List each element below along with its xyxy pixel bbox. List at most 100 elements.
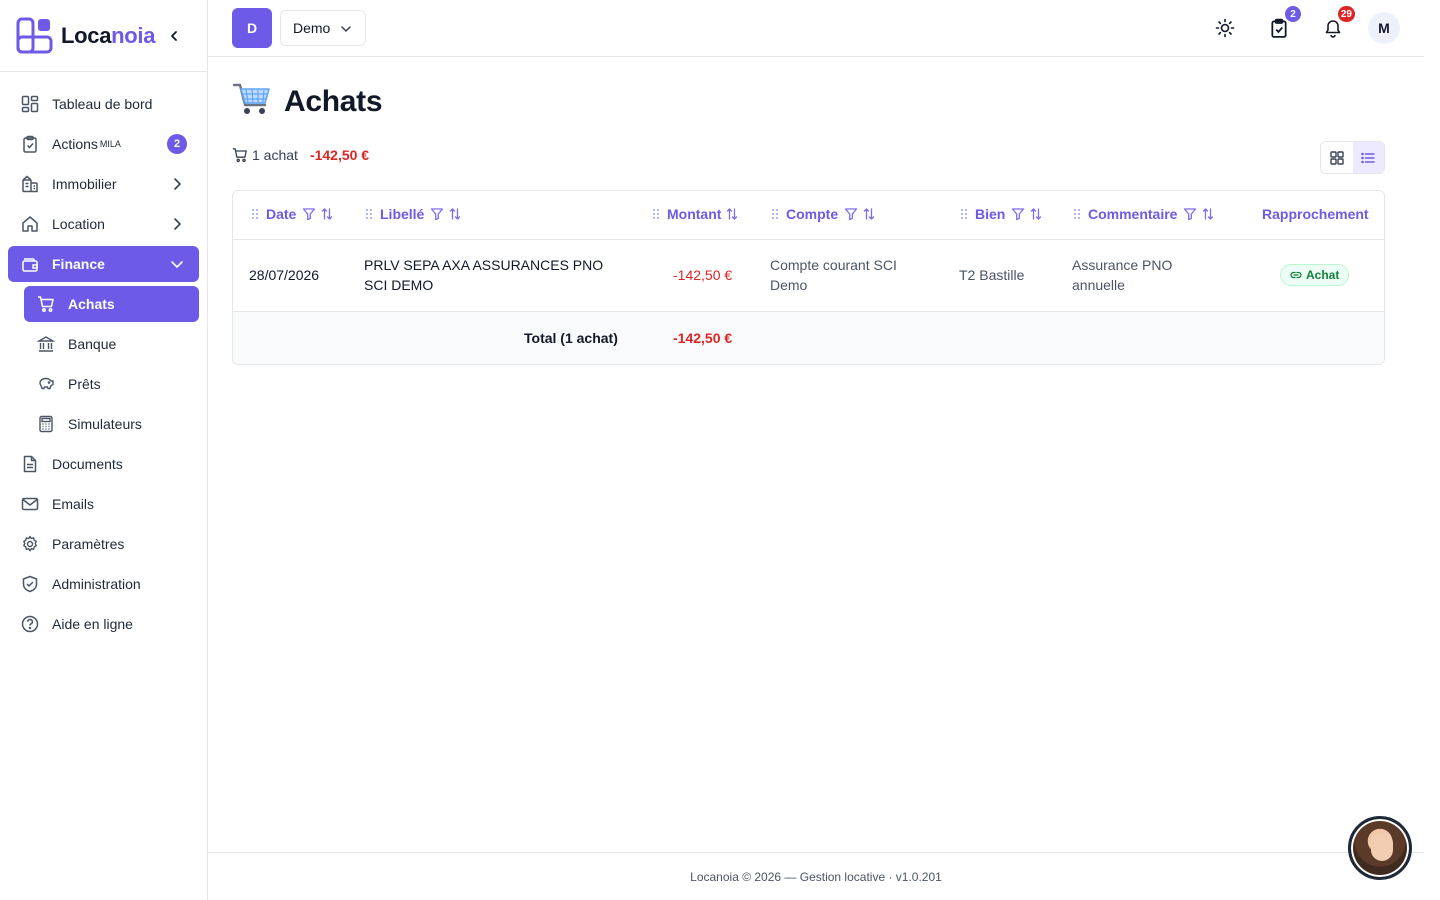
purchases-table: Date Libellé Montant Compte Bien Comment…: [232, 190, 1385, 365]
sidebar-item-emails[interactable]: Emails: [8, 486, 199, 522]
cell-montant: -142,50 €: [673, 267, 733, 283]
sidebar-item-actions[interactable]: Actions MILA 2: [8, 126, 199, 162]
column-header-compte[interactable]: Compte: [770, 206, 876, 222]
filter-icon[interactable]: [1011, 207, 1025, 221]
sort-icon[interactable]: [1029, 207, 1043, 221]
column-header-date[interactable]: Date: [250, 206, 334, 222]
shield-check-icon: [20, 574, 40, 594]
sidebar-item-label: Administration: [52, 576, 141, 592]
grid-icon: [1330, 150, 1344, 165]
building-icon: [20, 174, 40, 194]
column-header-commentaire[interactable]: Commentaire: [1072, 206, 1215, 222]
filter-icon[interactable]: [844, 207, 858, 221]
sidebar-item-label: Immobilier: [52, 176, 117, 192]
cart-icon: [232, 148, 247, 163]
sidebar-item-achats[interactable]: Achats: [24, 286, 199, 322]
list-icon: [1361, 152, 1375, 163]
sidebar-item-banque[interactable]: Banque: [24, 326, 199, 362]
summary-amount: -142,50 €: [309, 147, 370, 163]
grid-view-button[interactable]: [1321, 142, 1353, 173]
chevron-down-icon: [171, 261, 183, 268]
assistant-avatar-button[interactable]: [1348, 816, 1412, 880]
sort-icon[interactable]: [320, 207, 334, 221]
sidebar-item-label: Prêts: [68, 376, 101, 392]
sidebar-item-immobilier[interactable]: Immobilier: [8, 166, 199, 202]
help-circle-icon: [20, 614, 40, 634]
column-header-rapprochement[interactable]: Rapprochement: [1262, 206, 1369, 222]
chevron-left-icon: [171, 31, 177, 41]
view-toggle: [1320, 141, 1385, 174]
table-total-row: Total (1 achat) -142,50 €: [233, 312, 1384, 364]
libelle-line: PRLV SEPA AXA ASSURANCES PNO: [364, 257, 604, 273]
column-label: Bien: [975, 206, 1006, 222]
sidebar-item-label: Actions: [52, 136, 98, 152]
cell-commentaire: Assurance PNO annuelle: [1072, 255, 1172, 295]
rapprochement-badge[interactable]: Achat: [1280, 264, 1350, 286]
piggy-bank-icon: [36, 374, 56, 394]
sidebar-item-tableau-de-bord[interactable]: Tableau de bord: [8, 86, 199, 122]
collapse-sidebar-button[interactable]: [164, 26, 184, 46]
bank-icon: [36, 334, 56, 354]
workspace-select[interactable]: Demo: [280, 10, 366, 46]
column-header-montant[interactable]: Montant: [651, 206, 739, 222]
sidebar-item-documents[interactable]: Documents: [8, 446, 199, 482]
user-avatar[interactable]: M: [1368, 12, 1400, 44]
table-header: Date Libellé Montant Compte Bien Comment…: [233, 191, 1384, 240]
total-label: Total (1 achat): [524, 330, 618, 346]
column-header-libelle[interactable]: Libellé: [364, 206, 462, 222]
sort-icon[interactable]: [862, 207, 876, 221]
purchase-summary: 1 achat -142,50 €: [232, 147, 369, 163]
page-title: Achats: [284, 84, 383, 118]
sort-icon[interactable]: [725, 207, 739, 221]
drag-handle-icon[interactable]: [250, 208, 260, 220]
cell-bien: T2 Bastille: [959, 267, 1025, 283]
footer-text: Locanoia © 2026 — Gestion locative · v1.…: [690, 869, 942, 884]
drag-handle-icon[interactable]: [651, 208, 661, 220]
notifications-badge: 29: [1337, 6, 1355, 22]
commentaire-line: annuelle: [1072, 277, 1125, 293]
cart-icon: [36, 294, 56, 314]
theme-toggle-button[interactable]: [1211, 14, 1239, 42]
cell-libelle: PRLV SEPA AXA ASSURANCES PNO SCI DEMO: [364, 255, 603, 295]
clipboard-check-icon: [1271, 18, 1287, 38]
filter-icon[interactable]: [430, 207, 444, 221]
link-icon: [1290, 271, 1302, 279]
clipboard-check-icon: [20, 134, 40, 154]
table-row[interactable]: 28/07/2026 PRLV SEPA AXA ASSURANCES PNO …: [233, 240, 1384, 312]
filter-icon[interactable]: [302, 207, 316, 221]
sidebar-item-parametres[interactable]: Paramètres: [8, 526, 199, 562]
column-header-bien[interactable]: Bien: [959, 206, 1043, 222]
drag-handle-icon[interactable]: [1072, 208, 1082, 220]
sidebar-item-label: Achats: [68, 296, 115, 312]
mila-superscript: MILA: [99, 139, 121, 149]
sidebar-item-administration[interactable]: Administration: [8, 566, 199, 602]
commentaire-line: Assurance PNO: [1072, 257, 1173, 273]
list-view-button[interactable]: [1352, 142, 1384, 173]
sidebar-item-label: Paramètres: [52, 536, 125, 552]
sidebar-item-label: Banque: [68, 336, 117, 352]
chevron-right-icon: [174, 218, 181, 230]
sort-icon[interactable]: [1201, 207, 1215, 221]
sort-icon[interactable]: [448, 207, 462, 221]
sidebar-item-location[interactable]: Location: [8, 206, 199, 242]
topbar: D Demo 2 29 M: [208, 0, 1424, 57]
sidebar-item-aide-en-ligne[interactable]: Aide en ligne: [8, 606, 199, 642]
drag-handle-icon[interactable]: [364, 208, 374, 220]
sidebar-item-finance[interactable]: Finance: [8, 246, 199, 282]
column-label: Compte: [786, 206, 839, 222]
sidebar-item-prets[interactable]: Prêts: [24, 366, 199, 402]
tasks-button[interactable]: 2: [1265, 6, 1301, 42]
home-icon: [20, 214, 40, 234]
workspace-avatar[interactable]: D: [232, 8, 272, 48]
chevron-down-icon: [341, 26, 351, 32]
sidebar-item-simulateurs[interactable]: Simulateurs: [24, 406, 199, 442]
drag-handle-icon[interactable]: [959, 208, 969, 220]
sun-icon: [1215, 18, 1235, 38]
shopping-cart-emoji-icon: [232, 81, 272, 122]
filter-icon[interactable]: [1183, 207, 1197, 221]
drag-handle-icon[interactable]: [770, 208, 780, 220]
compte-line: Compte courant SCI: [770, 257, 897, 273]
notifications-button[interactable]: 29: [1319, 6, 1355, 42]
brand-name: Locanoia: [61, 22, 156, 48]
column-label: Date: [266, 206, 297, 222]
